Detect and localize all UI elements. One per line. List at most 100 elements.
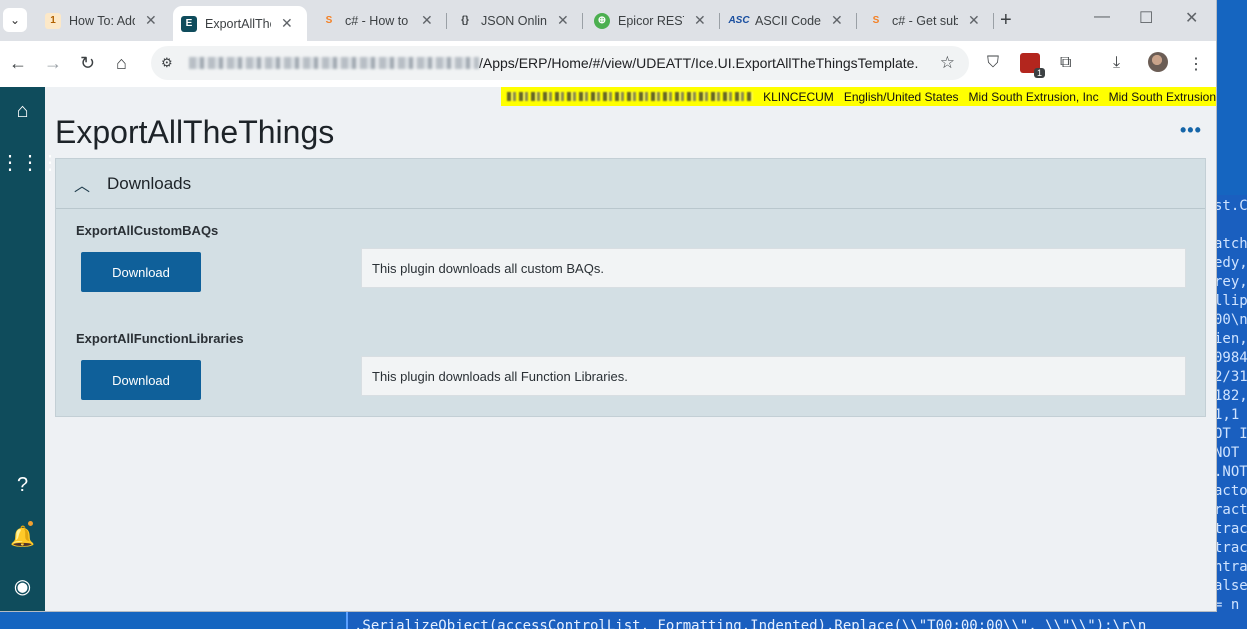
code-line: ien, (1214, 331, 1247, 347)
kebab-menu-icon[interactable]: ⋮ (1188, 54, 1204, 74)
close-window-icon[interactable]: ✕ (1185, 8, 1198, 28)
tab-json-online[interactable]: {} JSON Online ✕ (449, 7, 569, 34)
tab-csharp-get-sub[interactable]: S c# - Get sub ✕ (860, 7, 980, 34)
tab-favicon: ASC (728, 15, 750, 26)
code-line: 2/31 (1214, 369, 1247, 385)
code-line: = n (1214, 597, 1240, 613)
close-icon[interactable]: ✕ (557, 12, 569, 29)
panel-header[interactable]: ︿ Downloads (56, 159, 1205, 209)
epicor-app: ⌂ ⋮⋮⋮ ? 🔔 ◉ KLINCECUM English/United Sta… (0, 87, 1216, 611)
home-icon[interactable]: ⌂ (0, 100, 45, 123)
redacted-host (189, 57, 479, 69)
tab-search-button[interactable]: ⌄ (3, 8, 27, 32)
code-line: alse (1214, 578, 1247, 594)
code-line: ntra (1214, 559, 1247, 575)
minimize-icon[interactable]: — (1094, 8, 1110, 26)
code-line: 1,1 (1214, 407, 1240, 423)
maximize-icon[interactable]: ☐ (1139, 8, 1153, 28)
tab-title: c# - How to (345, 13, 409, 28)
redacted-info (507, 92, 754, 101)
code-line: st.C (1214, 198, 1247, 214)
download-custom-baqs-button[interactable]: Download (81, 252, 201, 292)
close-icon[interactable]: ✕ (281, 15, 293, 32)
apps-grid-icon[interactable]: ⋮⋮⋮ (0, 150, 60, 175)
tab-separator (582, 13, 583, 29)
code-line: edy, (1214, 255, 1247, 271)
download-icon[interactable]: ⤓ (1113, 54, 1120, 72)
code-line: llip (1214, 293, 1247, 309)
browser-window: ⌄ 1 How To: Add ✕ E ExportAllThe ✕ S c# … (0, 0, 1216, 611)
chevron-down-icon: ⌄ (9, 13, 21, 27)
tab-csharp-how-to[interactable]: S c# - How to ✕ (313, 7, 433, 34)
user-icon[interactable]: ◉ (0, 574, 45, 599)
tab-title: c# - Get sub (892, 13, 958, 28)
close-icon[interactable]: ✕ (421, 12, 433, 29)
extension-badge-icon[interactable]: 1 (1020, 53, 1045, 78)
session-language[interactable]: English/United States (844, 90, 959, 104)
tab-separator (856, 13, 857, 29)
code-line: trac (1214, 540, 1247, 556)
code-line: trac (1214, 521, 1247, 537)
close-icon[interactable]: ✕ (145, 12, 157, 29)
reload-icon[interactable]: ↻ (80, 53, 95, 74)
close-icon[interactable]: ✕ (694, 12, 706, 29)
tab-favicon: E (181, 15, 197, 32)
profile-avatar[interactable] (1148, 52, 1168, 72)
bookmark-star-icon[interactable]: ☆ (940, 53, 955, 73)
code-line: ract (1214, 502, 1247, 518)
description-custom-baqs: This plugin downloads all custom BAQs. (361, 248, 1186, 288)
tab-favicon: S (325, 15, 333, 26)
forward-icon[interactable]: → (44, 53, 62, 74)
page-title: ExportAllTheThings (55, 114, 335, 150)
tab-title: ExportAllThe (205, 16, 271, 31)
home-icon[interactable]: ⌂ (116, 53, 127, 74)
bell-icon[interactable]: 🔔 (0, 524, 45, 549)
code-line: rey, (1214, 274, 1247, 290)
close-icon[interactable]: ✕ (968, 12, 980, 29)
code-line-bottom: .SerializeObject(accessControlList, Form… (354, 618, 1147, 629)
code-line: acto (1214, 483, 1247, 499)
code-line: NOT (1214, 445, 1240, 461)
tab-favicon: S (872, 15, 880, 26)
downloads-panel: ︿ Downloads ExportAllCustomBAQs Download… (55, 158, 1206, 417)
new-tab-button[interactable]: + (1000, 9, 1012, 32)
ublock-icon[interactable]: ⛉ (987, 54, 999, 72)
tab-title: How To: Add (69, 13, 135, 28)
tab-favicon: ⊕ (594, 12, 610, 29)
tab-title: Epicor REST (618, 13, 684, 28)
session-company[interactable]: Mid South Extrusion, Inc (969, 90, 1099, 104)
tab-favicon: 1 (45, 12, 61, 29)
site-settings-icon[interactable]: ⚙ (161, 55, 181, 71)
tab-separator (719, 13, 720, 29)
notification-dot (28, 521, 33, 526)
code-line: 0984 (1214, 350, 1247, 366)
panel-title: Downloads (107, 174, 192, 193)
help-icon[interactable]: ? (0, 474, 45, 497)
tab-title: ASCII Code (755, 13, 821, 28)
tab-epicor-rest[interactable]: ⊕ Epicor REST ✕ (586, 7, 706, 34)
tab-strip: ⌄ 1 How To: Add ✕ E ExportAllThe ✕ S c# … (0, 0, 1216, 41)
tab-ascii-code[interactable]: ASC ASCII Code ✕ (723, 7, 843, 34)
session-info-bar: KLINCECUM English/United States Mid Sout… (501, 87, 1216, 106)
tab-how-to[interactable]: 1 How To: Add ✕ (37, 7, 157, 34)
description-function-libraries: This plugin downloads all Function Libra… (361, 356, 1186, 396)
address-bar[interactable]: ⚙ /Apps/ERP/Home/#/view/UDEATT/Ice.UI.Ex… (151, 46, 969, 80)
chevron-up-icon[interactable]: ︿ (74, 172, 90, 196)
code-line: 00\n (1214, 312, 1247, 328)
code-line: atch (1214, 236, 1247, 252)
tab-title: JSON Online (481, 13, 547, 28)
browser-toolbar: ← → ↻ ⌂ ⚙ /Apps/ERP/Home/#/view/UDEATT/I… (0, 41, 1216, 87)
tab-favicon: {} (461, 15, 469, 26)
back-icon[interactable]: ← (9, 53, 27, 74)
close-icon[interactable]: ✕ (831, 12, 843, 29)
tab-separator (993, 13, 994, 29)
code-line: 182, (1214, 388, 1247, 404)
extensions-puzzle-icon[interactable]: ⧉ (1060, 54, 1071, 72)
session-site[interactable]: Mid South Extrusion (1109, 90, 1216, 104)
more-options-button[interactable]: ••• (1180, 120, 1202, 141)
url-text[interactable]: /Apps/ERP/Home/#/view/UDEATT/Ice.UI.Expo… (479, 55, 919, 71)
tab-separator (446, 13, 447, 29)
session-user[interactable]: KLINCECUM (763, 90, 834, 104)
download-function-libraries-button[interactable]: Download (81, 360, 201, 400)
tab-export-all[interactable]: E ExportAllThe ✕ (173, 6, 307, 41)
